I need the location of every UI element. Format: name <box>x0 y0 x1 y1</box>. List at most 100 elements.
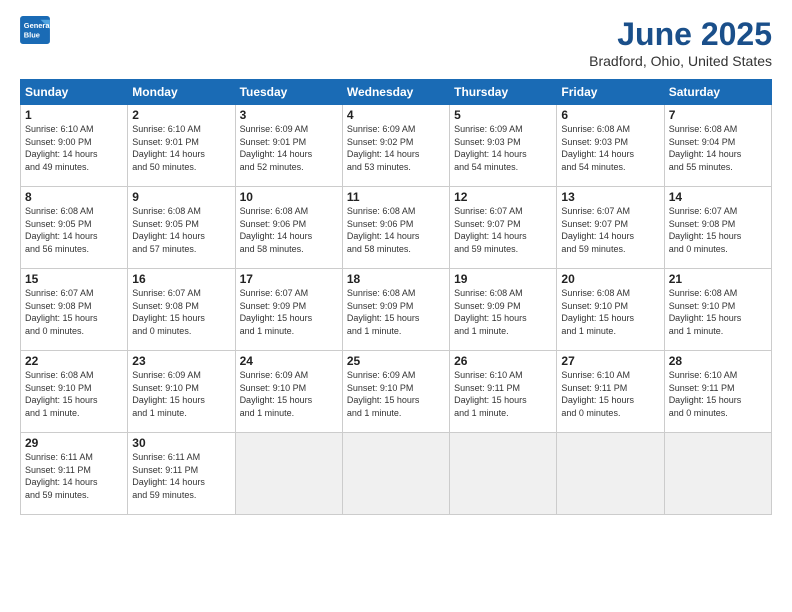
day-info: Sunrise: 6:11 AM Sunset: 9:11 PM Dayligh… <box>25 451 123 501</box>
calendar-cell: 17Sunrise: 6:07 AM Sunset: 9:09 PM Dayli… <box>235 269 342 351</box>
header-thursday: Thursday <box>450 80 557 105</box>
title-block: June 2025 Bradford, Ohio, United States <box>589 16 772 69</box>
calendar-cell: 7Sunrise: 6:08 AM Sunset: 9:04 PM Daylig… <box>664 105 771 187</box>
location: Bradford, Ohio, United States <box>589 53 772 69</box>
day-header-row: Sunday Monday Tuesday Wednesday Thursday… <box>21 80 772 105</box>
calendar-cell: 25Sunrise: 6:09 AM Sunset: 9:10 PM Dayli… <box>342 351 449 433</box>
calendar-cell: 29Sunrise: 6:11 AM Sunset: 9:11 PM Dayli… <box>21 433 128 515</box>
calendar-week-row: 15Sunrise: 6:07 AM Sunset: 9:08 PM Dayli… <box>21 269 772 351</box>
day-number: 3 <box>240 108 338 122</box>
day-number: 26 <box>454 354 552 368</box>
day-number: 6 <box>561 108 659 122</box>
calendar-cell: 13Sunrise: 6:07 AM Sunset: 9:07 PM Dayli… <box>557 187 664 269</box>
calendar-cell: 24Sunrise: 6:09 AM Sunset: 9:10 PM Dayli… <box>235 351 342 433</box>
header-wednesday: Wednesday <box>342 80 449 105</box>
day-info: Sunrise: 6:09 AM Sunset: 9:02 PM Dayligh… <box>347 123 445 173</box>
day-number: 13 <box>561 190 659 204</box>
logo: General Blue <box>20 16 50 44</box>
svg-text:General: General <box>24 21 50 30</box>
calendar-cell <box>557 433 664 515</box>
day-number: 24 <box>240 354 338 368</box>
logo-icon: General Blue <box>20 16 50 44</box>
calendar-cell <box>450 433 557 515</box>
calendar-week-row: 22Sunrise: 6:08 AM Sunset: 9:10 PM Dayli… <box>21 351 772 433</box>
day-info: Sunrise: 6:10 AM Sunset: 9:11 PM Dayligh… <box>454 369 552 419</box>
day-number: 28 <box>669 354 767 368</box>
calendar-cell: 22Sunrise: 6:08 AM Sunset: 9:10 PM Dayli… <box>21 351 128 433</box>
calendar-cell: 28Sunrise: 6:10 AM Sunset: 9:11 PM Dayli… <box>664 351 771 433</box>
header: General Blue June 2025 Bradford, Ohio, U… <box>20 16 772 69</box>
day-number: 16 <box>132 272 230 286</box>
day-number: 7 <box>669 108 767 122</box>
day-number: 22 <box>25 354 123 368</box>
day-number: 29 <box>25 436 123 450</box>
calendar-cell: 10Sunrise: 6:08 AM Sunset: 9:06 PM Dayli… <box>235 187 342 269</box>
day-number: 1 <box>25 108 123 122</box>
day-info: Sunrise: 6:08 AM Sunset: 9:10 PM Dayligh… <box>25 369 123 419</box>
day-number: 20 <box>561 272 659 286</box>
day-number: 4 <box>347 108 445 122</box>
day-info: Sunrise: 6:07 AM Sunset: 9:07 PM Dayligh… <box>561 205 659 255</box>
day-info: Sunrise: 6:09 AM Sunset: 9:10 PM Dayligh… <box>240 369 338 419</box>
day-info: Sunrise: 6:10 AM Sunset: 9:11 PM Dayligh… <box>669 369 767 419</box>
day-info: Sunrise: 6:08 AM Sunset: 9:04 PM Dayligh… <box>669 123 767 173</box>
day-info: Sunrise: 6:07 AM Sunset: 9:07 PM Dayligh… <box>454 205 552 255</box>
day-info: Sunrise: 6:09 AM Sunset: 9:10 PM Dayligh… <box>347 369 445 419</box>
calendar-cell: 14Sunrise: 6:07 AM Sunset: 9:08 PM Dayli… <box>664 187 771 269</box>
calendar-cell <box>664 433 771 515</box>
calendar-cell <box>235 433 342 515</box>
day-info: Sunrise: 6:07 AM Sunset: 9:08 PM Dayligh… <box>669 205 767 255</box>
svg-text:Blue: Blue <box>24 30 40 39</box>
day-info: Sunrise: 6:09 AM Sunset: 9:01 PM Dayligh… <box>240 123 338 173</box>
calendar-cell: 6Sunrise: 6:08 AM Sunset: 9:03 PM Daylig… <box>557 105 664 187</box>
day-info: Sunrise: 6:08 AM Sunset: 9:05 PM Dayligh… <box>132 205 230 255</box>
day-number: 10 <box>240 190 338 204</box>
calendar-cell: 15Sunrise: 6:07 AM Sunset: 9:08 PM Dayli… <box>21 269 128 351</box>
day-info: Sunrise: 6:08 AM Sunset: 9:09 PM Dayligh… <box>454 287 552 337</box>
day-number: 27 <box>561 354 659 368</box>
day-number: 5 <box>454 108 552 122</box>
calendar-cell: 19Sunrise: 6:08 AM Sunset: 9:09 PM Dayli… <box>450 269 557 351</box>
day-number: 15 <box>25 272 123 286</box>
calendar-cell <box>342 433 449 515</box>
calendar-cell: 23Sunrise: 6:09 AM Sunset: 9:10 PM Dayli… <box>128 351 235 433</box>
day-info: Sunrise: 6:10 AM Sunset: 9:01 PM Dayligh… <box>132 123 230 173</box>
calendar-cell: 16Sunrise: 6:07 AM Sunset: 9:08 PM Dayli… <box>128 269 235 351</box>
day-info: Sunrise: 6:07 AM Sunset: 9:09 PM Dayligh… <box>240 287 338 337</box>
day-number: 23 <box>132 354 230 368</box>
header-monday: Monday <box>128 80 235 105</box>
day-number: 12 <box>454 190 552 204</box>
day-info: Sunrise: 6:07 AM Sunset: 9:08 PM Dayligh… <box>132 287 230 337</box>
day-info: Sunrise: 6:10 AM Sunset: 9:11 PM Dayligh… <box>561 369 659 419</box>
calendar-week-row: 1Sunrise: 6:10 AM Sunset: 9:00 PM Daylig… <box>21 105 772 187</box>
day-info: Sunrise: 6:09 AM Sunset: 9:03 PM Dayligh… <box>454 123 552 173</box>
day-info: Sunrise: 6:08 AM Sunset: 9:06 PM Dayligh… <box>240 205 338 255</box>
day-info: Sunrise: 6:07 AM Sunset: 9:08 PM Dayligh… <box>25 287 123 337</box>
calendar-cell: 4Sunrise: 6:09 AM Sunset: 9:02 PM Daylig… <box>342 105 449 187</box>
month-title: June 2025 <box>589 16 772 53</box>
calendar-cell: 18Sunrise: 6:08 AM Sunset: 9:09 PM Dayli… <box>342 269 449 351</box>
calendar-cell: 20Sunrise: 6:08 AM Sunset: 9:10 PM Dayli… <box>557 269 664 351</box>
day-info: Sunrise: 6:08 AM Sunset: 9:03 PM Dayligh… <box>561 123 659 173</box>
header-sunday: Sunday <box>21 80 128 105</box>
calendar-cell: 1Sunrise: 6:10 AM Sunset: 9:00 PM Daylig… <box>21 105 128 187</box>
calendar-week-row: 8 Sunrise: 6:08 AM Sunset: 9:05 PM Daylig… <box>21 187 772 269</box>
day-info: Sunrise: 6:09 AM Sunset: 9:10 PM Dayligh… <box>132 369 230 419</box>
day-number: 19 <box>454 272 552 286</box>
calendar-cell: 30Sunrise: 6:11 AM Sunset: 9:11 PM Dayli… <box>128 433 235 515</box>
day-info: Sunrise: 6:10 AM Sunset: 9:00 PM Dayligh… <box>25 123 123 173</box>
day-number: 17 <box>240 272 338 286</box>
day-number: 18 <box>347 272 445 286</box>
calendar-week-row: 29Sunrise: 6:11 AM Sunset: 9:11 PM Dayli… <box>21 433 772 515</box>
day-number: 9 <box>132 190 230 204</box>
calendar-cell: 3Sunrise: 6:09 AM Sunset: 9:01 PM Daylig… <box>235 105 342 187</box>
calendar: Sunday Monday Tuesday Wednesday Thursday… <box>20 79 772 515</box>
day-info: Sunrise: 6:08 AM Sunset: 9:10 PM Dayligh… <box>561 287 659 337</box>
day-number: 8 <box>25 190 123 204</box>
calendar-cell: 2Sunrise: 6:10 AM Sunset: 9:01 PM Daylig… <box>128 105 235 187</box>
day-number: 25 <box>347 354 445 368</box>
header-friday: Friday <box>557 80 664 105</box>
calendar-cell: 9Sunrise: 6:08 AM Sunset: 9:05 PM Daylig… <box>128 187 235 269</box>
day-number: 2 <box>132 108 230 122</box>
header-saturday: Saturday <box>664 80 771 105</box>
